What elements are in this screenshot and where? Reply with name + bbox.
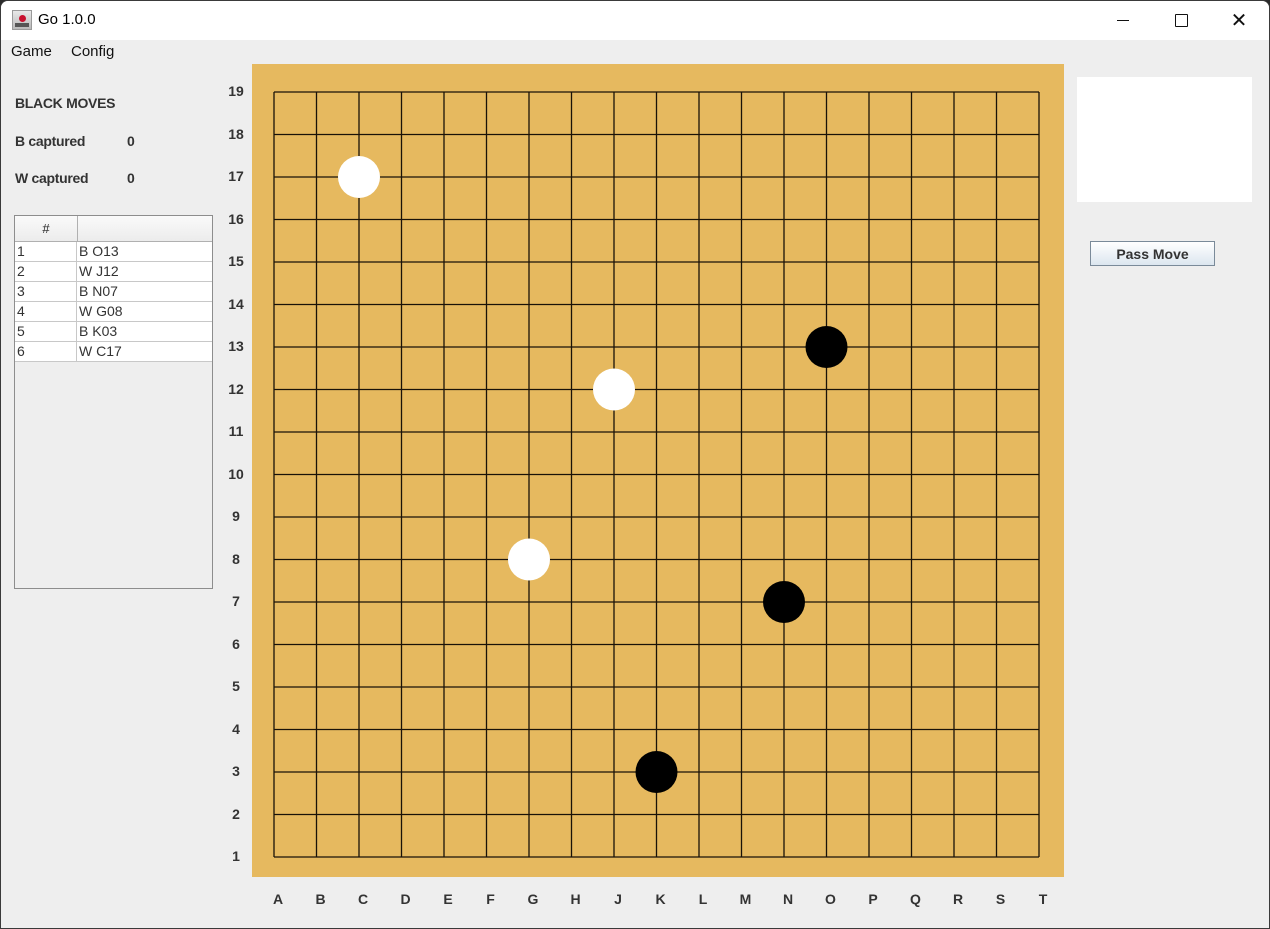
black-stone bbox=[763, 581, 805, 623]
maximize-button[interactable] bbox=[1158, 1, 1204, 40]
table-row[interactable]: 1B O13 bbox=[15, 242, 212, 262]
table-row[interactable]: 5B K03 bbox=[15, 322, 212, 342]
row-label: 5 bbox=[232, 678, 240, 694]
column-label: D bbox=[400, 891, 411, 907]
white-stone bbox=[508, 538, 550, 581]
column-label: F bbox=[486, 891, 495, 907]
column-label: T bbox=[1038, 891, 1048, 907]
move-number-cell: 6 bbox=[15, 342, 77, 361]
table-body: 1B O13 2 W J12 3 B N07 4 W G08 5 B K03 6 W C17 bbox=[15, 242, 212, 362]
column-label: G bbox=[527, 891, 539, 907]
menu-config[interactable]: Config bbox=[71, 43, 114, 60]
maximize-icon bbox=[1174, 14, 1188, 27]
close-button[interactable]: ✕ bbox=[1216, 1, 1262, 40]
info-panel bbox=[1077, 77, 1252, 202]
black-captured-label: B captured bbox=[15, 133, 86, 149]
board-grid[interactable] bbox=[252, 64, 1064, 877]
table-row[interactable]: 3B N07 bbox=[15, 282, 212, 302]
turn-indicator: BLACK MOVES bbox=[15, 95, 116, 111]
row-label: 6 bbox=[232, 635, 240, 652]
column-label: O bbox=[825, 891, 836, 907]
move-number-cell: 2 bbox=[15, 262, 77, 281]
column-label: E bbox=[443, 891, 453, 907]
column-label: H bbox=[570, 891, 581, 907]
column-label: J bbox=[614, 891, 622, 907]
white-stone bbox=[338, 156, 380, 198]
column-label: R bbox=[952, 891, 964, 907]
column-label: L bbox=[698, 891, 708, 907]
column-label: Q bbox=[910, 891, 921, 907]
row-label: 10 bbox=[228, 465, 244, 482]
app-window: Go 1.0.0 ✕ Game Config BLACK MOVES B cap… bbox=[0, 0, 1270, 929]
black-stone bbox=[805, 326, 848, 368]
column-label: N bbox=[782, 891, 794, 907]
move-history-table[interactable]: # 1B O13 2 W J12 3 B N07 4 W G08 5 B K03 6 W C17 bbox=[14, 215, 213, 589]
menu-game[interactable]: Game bbox=[11, 43, 52, 60]
row-label: 15 bbox=[228, 253, 244, 269]
black-captured-value: 0 bbox=[127, 133, 135, 149]
go-board[interactable] bbox=[252, 64, 1064, 877]
column-header-number[interactable]: # bbox=[15, 216, 78, 241]
close-icon: ✕ bbox=[1230, 9, 1248, 32]
move-number-cell: 3 bbox=[15, 282, 77, 301]
move-cell: W J12 bbox=[79, 263, 119, 279]
move-cell: B O13 bbox=[79, 243, 119, 259]
row-label: 3 bbox=[232, 763, 240, 779]
move-number-cell: 1 bbox=[15, 242, 77, 261]
column-label: M bbox=[739, 891, 752, 907]
row-label: 12 bbox=[228, 380, 244, 397]
move-number-cell: 4 bbox=[15, 302, 77, 321]
minimize-icon bbox=[1117, 20, 1129, 21]
table-row[interactable]: 6W C17 bbox=[15, 342, 212, 362]
row-label: 19 bbox=[228, 83, 244, 99]
column-label: S bbox=[995, 891, 1006, 907]
row-label: 18 bbox=[228, 125, 244, 142]
minimize-button[interactable] bbox=[1100, 1, 1146, 40]
row-label: 11 bbox=[228, 423, 244, 439]
move-number-cell: 5 bbox=[15, 322, 77, 341]
menu-bar: Game Config bbox=[1, 40, 1269, 64]
table-header: # bbox=[15, 216, 212, 242]
move-cell: W C17 bbox=[79, 343, 122, 359]
column-label: K bbox=[655, 891, 666, 907]
title-bar: Go 1.0.0 ✕ bbox=[1, 1, 1269, 40]
move-cell: B N07 bbox=[79, 283, 118, 299]
move-cell: B K03 bbox=[79, 323, 118, 339]
white-stone bbox=[593, 368, 635, 411]
app-icon bbox=[12, 10, 32, 30]
black-stone bbox=[635, 751, 678, 793]
column-label: C bbox=[357, 891, 369, 907]
row-label: 16 bbox=[228, 210, 244, 227]
table-row[interactable]: 2W J12 bbox=[15, 262, 212, 282]
row-label: 9 bbox=[232, 508, 240, 524]
row-label: 8 bbox=[232, 550, 240, 567]
pass-move-button[interactable]: Pass Move bbox=[1090, 241, 1215, 266]
row-label: 2 bbox=[232, 805, 240, 822]
row-label: 17 bbox=[228, 168, 244, 184]
column-label: P bbox=[868, 891, 878, 907]
row-label: 13 bbox=[228, 338, 244, 354]
row-label: 4 bbox=[232, 720, 240, 737]
column-label: B bbox=[315, 891, 326, 907]
move-cell: W G08 bbox=[79, 303, 123, 319]
column-label: A bbox=[272, 891, 284, 907]
column-header-move[interactable] bbox=[78, 216, 212, 241]
row-label: 14 bbox=[228, 295, 244, 312]
white-captured-value: 0 bbox=[127, 170, 135, 186]
table-row[interactable]: 4W G08 bbox=[15, 302, 212, 322]
window-title: Go 1.0.0 bbox=[38, 11, 96, 28]
row-label: 1 bbox=[232, 848, 240, 864]
white-captured-label: W captured bbox=[15, 170, 89, 186]
row-label: 7 bbox=[232, 593, 240, 609]
